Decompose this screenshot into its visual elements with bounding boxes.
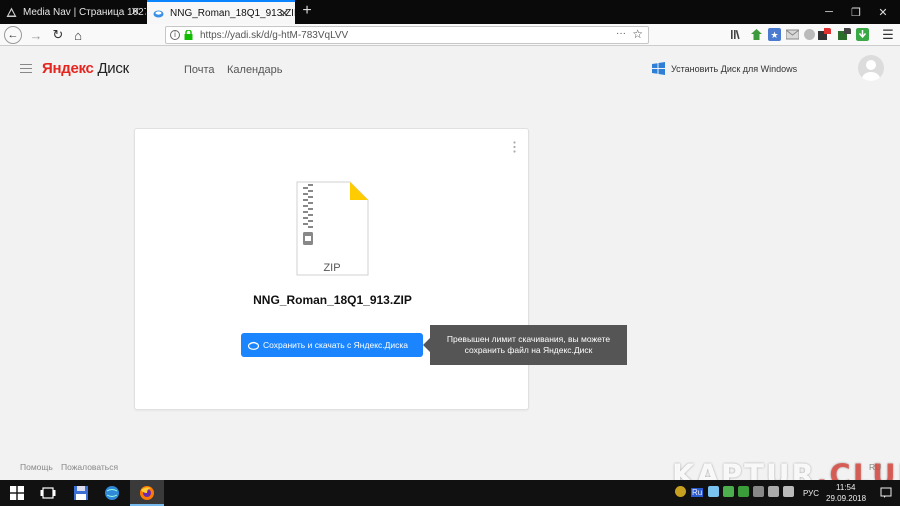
- user-silhouette-icon: [862, 60, 880, 81]
- yandex-disk-page: Яндекс Диск Почта Календарь Установить Д…: [0, 46, 900, 480]
- extension-star-icon[interactable]: ★: [768, 28, 781, 41]
- footer-report-link[interactable]: Пожаловаться: [61, 462, 118, 472]
- bookmark-star-icon[interactable]: ☆: [632, 27, 643, 41]
- forward-arrow-icon[interactable]: →: [28, 27, 44, 43]
- user-avatar[interactable]: [858, 55, 884, 81]
- globe-browser-icon[interactable]: [104, 485, 120, 501]
- browser-navbar: ← → ↻ ⌂ i https://yadi.sk/d/g-htM-783VqL…: [0, 24, 900, 46]
- windows-logo-icon: [652, 62, 665, 75]
- install-disk-link[interactable]: Установить Диск для Windows: [652, 62, 797, 75]
- more-options-icon[interactable]: [513, 141, 516, 153]
- zip-label: ZIP: [323, 262, 340, 274]
- svg-text:★: ★: [770, 30, 778, 40]
- keyboard-language[interactable]: РУС: [803, 489, 819, 498]
- zip-file-icon: ZIP: [296, 181, 369, 276]
- media-nav-favicon-icon: [6, 7, 17, 17]
- menu-icon[interactable]: [20, 64, 32, 73]
- logo-yandex-text: Яндекс: [42, 60, 94, 77]
- logo-disk-text: Диск: [97, 60, 129, 77]
- tab-yandex-disk[interactable]: NNG_Roman_18Q1_913.ZIP — Я ✕: [147, 0, 295, 24]
- menu-hamburger-icon[interactable]: ☰: [880, 27, 896, 43]
- yandex-disk-favicon-icon: [153, 10, 164, 17]
- tray-display-icon[interactable]: [753, 486, 764, 497]
- url-bar[interactable]: i https://yadi.sk/d/g-htM-783VqLVV ··· ☆: [165, 26, 649, 44]
- tray-cloud-icon[interactable]: [708, 486, 719, 497]
- extension-counter-icon[interactable]: [838, 28, 851, 41]
- reload-icon[interactable]: ↻: [50, 27, 66, 43]
- tooltip-line-1: Превышен лимит скачивания, вы можете: [446, 334, 611, 344]
- new-tab-button[interactable]: +: [297, 2, 317, 20]
- notification-center-icon[interactable]: [880, 487, 892, 499]
- tray-network-icon[interactable]: [768, 486, 779, 497]
- tray-security-icon[interactable]: [738, 486, 749, 497]
- floppy-save-icon[interactable]: [73, 485, 89, 501]
- extension-download-icon[interactable]: [856, 28, 869, 41]
- extension-notification-icon[interactable]: [818, 28, 831, 41]
- tray-check-icon[interactable]: [723, 486, 734, 497]
- page-actions-icon[interactable]: ···: [616, 28, 626, 39]
- tab-title: Media Nav | Страница 1027 | Р: [23, 6, 146, 18]
- window-close-button[interactable]: ✕: [869, 0, 897, 24]
- firefox-icon[interactable]: [139, 485, 155, 501]
- tab-media-nav[interactable]: Media Nav | Страница 1027 | Р ✕: [0, 0, 146, 24]
- task-view-icon[interactable]: [40, 485, 56, 501]
- windows-taskbar: Ru РУС 11:54 29.09.2018: [0, 480, 900, 506]
- home-icon[interactable]: ⌂: [70, 27, 86, 43]
- tray-volume-icon[interactable]: [783, 486, 794, 497]
- tab-close-icon[interactable]: ✕: [280, 7, 289, 20]
- nav-calendar-link[interactable]: Календарь: [227, 64, 283, 76]
- footer-help-link[interactable]: Помощь: [20, 462, 53, 472]
- tray-ru-indicator[interactable]: Ru: [691, 488, 704, 497]
- clock-date[interactable]: 29.09.2018: [826, 494, 866, 503]
- file-card: ZIP NNG_Roman_18Q1_913.ZIP Сохранить и с…: [134, 128, 529, 410]
- back-arrow-icon[interactable]: ←: [4, 26, 22, 44]
- extension-green-icon[interactable]: [750, 28, 763, 41]
- nav-mail-link[interactable]: Почта: [184, 64, 215, 76]
- tab-close-icon[interactable]: ✕: [131, 5, 140, 18]
- library-icon[interactable]: [730, 28, 743, 41]
- windows-start-icon[interactable]: [10, 486, 24, 500]
- save-button-label: Сохранить и скачать с Яндекс.Диска: [263, 340, 409, 350]
- install-label: Установить Диск для Windows: [671, 63, 798, 74]
- tooltip-line-2: сохранить файл на Яндекс.Диск: [464, 345, 593, 355]
- lock-icon: [184, 30, 193, 40]
- clock-time[interactable]: 11:54: [836, 483, 855, 492]
- disk-save-icon: [248, 341, 259, 350]
- tray-app-icon[interactable]: [675, 486, 686, 497]
- save-and-download-button[interactable]: Сохранить и скачать с Яндекс.Диска: [241, 333, 423, 357]
- window-maximize-button[interactable]: ❐: [842, 0, 870, 24]
- info-icon[interactable]: i: [170, 30, 180, 40]
- window-minimize-button[interactable]: ─: [815, 0, 843, 24]
- yandex-disk-logo[interactable]: Яндекс Диск: [42, 60, 129, 77]
- url-text: https://yadi.sk/d/g-htM-783VqLVV: [200, 29, 349, 41]
- file-name: NNG_Roman_18Q1_913.ZIP: [253, 293, 412, 307]
- extension-mail-icon[interactable]: [786, 28, 799, 41]
- tab-title: NNG_Roman_18Q1_913.ZIP — Я: [170, 7, 295, 19]
- download-limit-tooltip: Превышен лимит скачивания, вы можете сох…: [423, 325, 627, 365]
- browser-tab-strip: Media Nav | Страница 1027 | Р ✕ NNG_Roma…: [0, 0, 900, 24]
- extension-globe-icon[interactable]: [803, 28, 816, 41]
